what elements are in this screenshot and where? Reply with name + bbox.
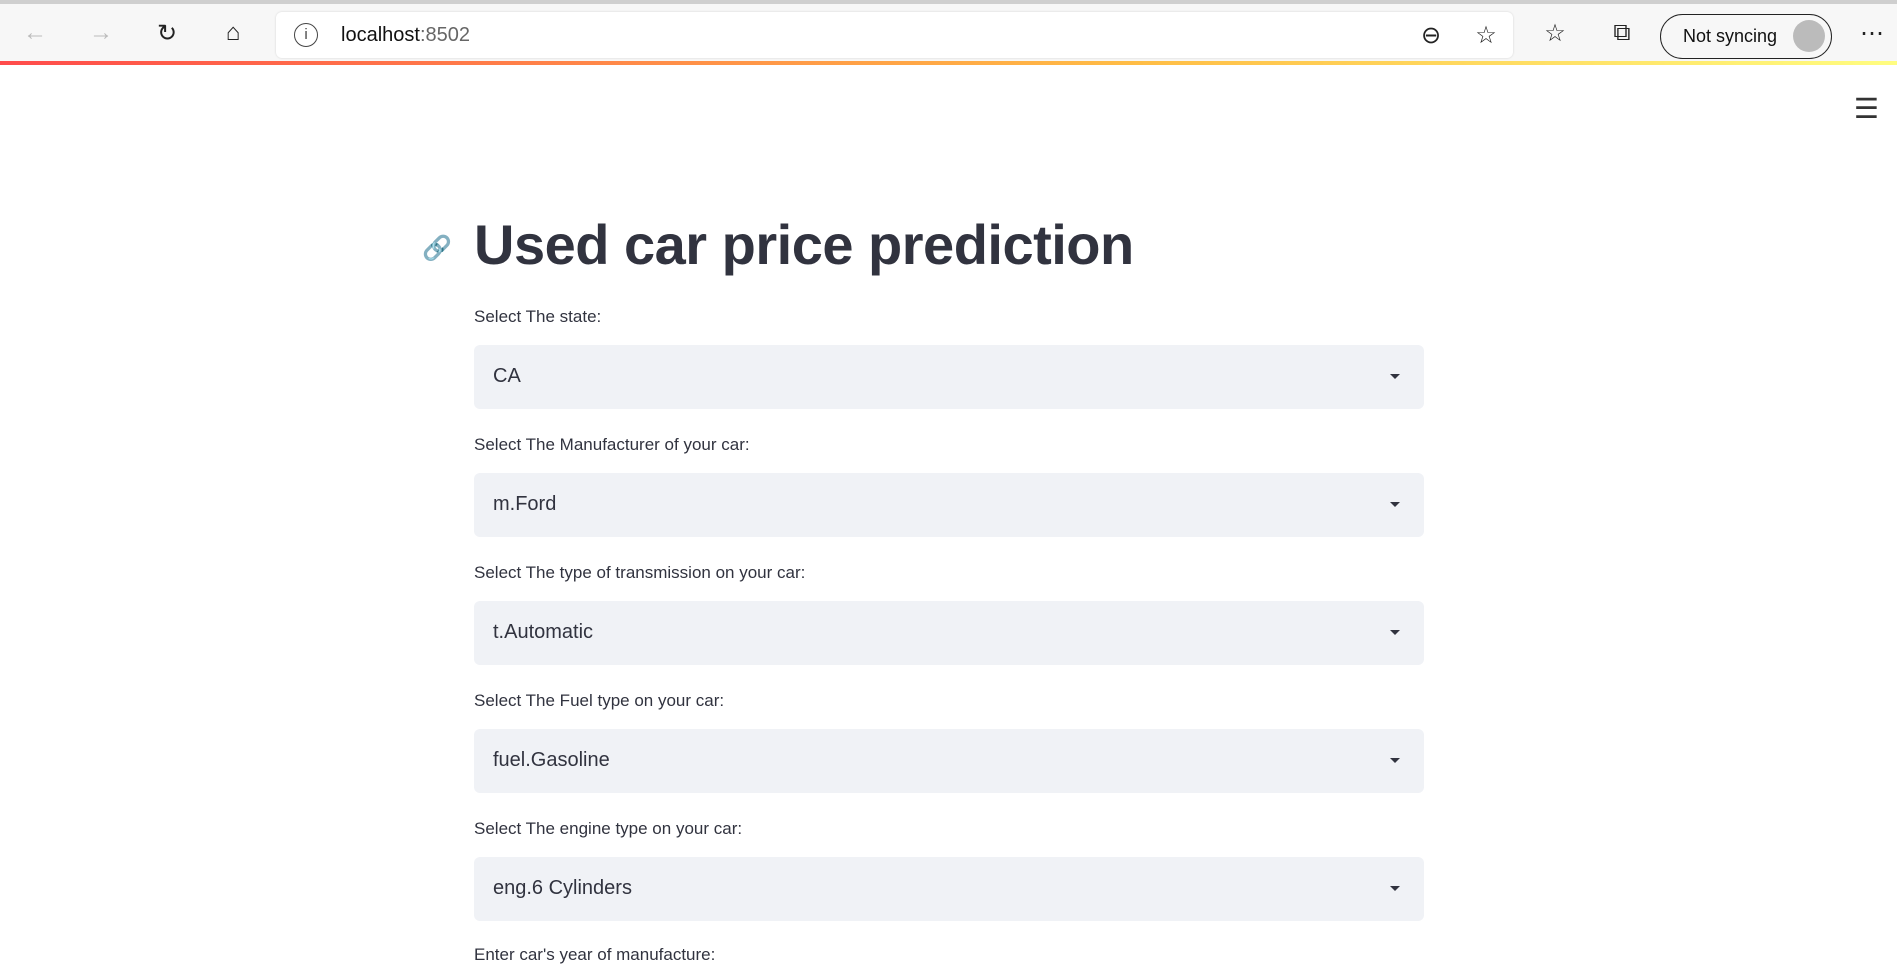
info-icon[interactable]: i <box>294 23 318 47</box>
address-bar[interactable]: i localhost:8502 ⊖ ☆ <box>276 12 1513 58</box>
fuel-select[interactable]: fuel.Gasoline <box>474 729 1424 793</box>
browser-toolbar: ← → ↻ ⌂ i localhost:8502 ⊖ ☆ ☆ ⧉ Not syn… <box>0 4 1897 61</box>
field-label: Select The state: <box>474 307 602 326</box>
forward-icon[interactable]: → <box>86 18 116 48</box>
page-title: Used car price prediction <box>474 213 1134 276</box>
collections-icon[interactable]: ⧉ <box>1607 18 1637 48</box>
manufacturer-field: Select The Manufacturer of your car: m.F… <box>474 435 1424 537</box>
chevron-down-icon <box>1390 374 1400 379</box>
transmission-field: Select The type of transmission on your … <box>474 563 1424 665</box>
chevron-down-icon <box>1390 758 1400 763</box>
hamburger-menu-icon[interactable]: ☰ <box>1854 92 1879 125</box>
year-field: Enter car's year of manufacture: <box>474 945 1424 975</box>
select-value: fuel.Gasoline <box>493 749 610 771</box>
state-select[interactable]: CA <box>474 345 1424 409</box>
back-icon[interactable]: ← <box>20 18 50 48</box>
more-icon[interactable]: ⋯ <box>1857 18 1887 48</box>
field-label: Select The Fuel type on your car: <box>474 691 725 710</box>
field-label: Select The engine type on your car: <box>474 819 743 838</box>
year-label: Enter car's year of manufacture: <box>474 945 716 964</box>
chevron-down-icon <box>1390 502 1400 507</box>
fuel-field: Select The Fuel type on your car: fuel.G… <box>474 691 1424 793</box>
home-icon[interactable]: ⌂ <box>218 18 248 48</box>
favorites-icon[interactable]: ☆ <box>1540 18 1570 48</box>
select-value: m.Ford <box>493 493 557 515</box>
select-value: t.Automatic <box>493 621 594 643</box>
zoom-out-icon[interactable]: ⊖ <box>1416 20 1446 50</box>
add-favorite-icon[interactable]: ☆ <box>1471 20 1501 50</box>
chevron-down-icon <box>1390 630 1400 635</box>
engine-select[interactable]: eng.6 Cylinders <box>474 857 1424 921</box>
url-port: :8502 <box>419 24 470 46</box>
engine-field: Select The engine type on your car: eng.… <box>474 819 1424 921</box>
url-host: localhost <box>341 24 420 46</box>
refresh-icon[interactable]: ↻ <box>152 18 182 48</box>
sync-button[interactable]: Not syncing <box>1660 14 1832 59</box>
select-value: eng.6 Cylinders <box>493 877 632 899</box>
field-label: Select The Manufacturer of your car: <box>474 435 750 454</box>
chevron-down-icon <box>1390 886 1400 891</box>
transmission-select[interactable]: t.Automatic <box>474 601 1424 665</box>
field-label: Select The type of transmission on your … <box>474 563 806 582</box>
avatar <box>1793 20 1825 52</box>
link-icon[interactable]: 🔗 <box>422 234 452 263</box>
sync-label: Not syncing <box>1683 26 1778 46</box>
select-value: CA <box>493 365 521 387</box>
manufacturer-select[interactable]: m.Ford <box>474 473 1424 537</box>
state-field: Select The state: CA <box>474 307 1424 409</box>
decoration-bar <box>0 61 1897 65</box>
